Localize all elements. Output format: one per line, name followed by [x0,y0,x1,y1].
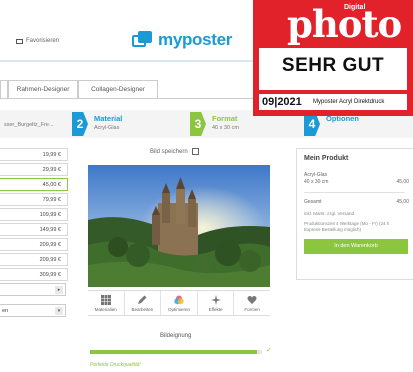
favorite-label: Favorisieren [26,38,60,44]
size-option[interactable]: 79,99 € [0,193,68,206]
check-icon: ✓ [266,347,272,354]
sparkle-icon [210,295,221,305]
file-name: sser_Burgeltz_Fre... [4,122,54,128]
tool-label: Materialien [94,307,117,312]
quality-label: Perfekte Druckqualität! [90,362,141,368]
grid-icon [100,295,111,305]
bookmark-icon [16,38,23,44]
step-subtitle: 40 x 30 cm [212,125,239,131]
product-summary: Mein Produkt Acryl-Glas 40 x 30 cm 45,00… [296,148,413,280]
pencil-icon [138,295,147,304]
size-option[interactable]: 149,99 € [0,223,68,236]
editor-toolbar: Materialien Bearbeiten Optimieren Effekt… [88,290,270,316]
save-image-button[interactable]: Bild speichern [150,148,199,155]
badge-magazine-logo: photo [287,2,402,46]
material-value: Acryl-Glas [304,172,328,178]
badge-issue: 09|2021 [262,96,302,108]
step-material[interactable]: 2 Material Acryl-Glas [72,110,182,138]
tool-optimieren[interactable]: Optimieren [161,291,198,315]
product-format: 40 x 30 cm 45,00 [304,179,413,186]
save-icon [191,148,199,155]
optimize-icon [174,295,184,305]
tool-bearbeiten[interactable]: Bearbeiten [125,291,162,315]
format-price: 45,00 [396,179,409,185]
total-price: 45,00 [396,199,409,205]
vat-note: inkl. MwSt. zzgl. Versand [304,211,355,216]
product-total: Gesamt 45,00 [304,199,413,206]
chevron-down-icon: ▾ [55,307,63,315]
logo-mark-icon [132,31,154,49]
badge-verdict: SEHR GUT [281,55,385,76]
select-dropdown[interactable]: ▸ [0,283,66,296]
badge-verdict-panel: SEHR GUT [259,48,407,90]
product-title: Mein Produkt [304,155,349,162]
tool-label: Bearbeiten [131,307,154,312]
step-number: 3 [190,112,206,136]
format-value: 40 x 30 cm [304,179,329,185]
add-to-cart-button[interactable]: In den Warenkorb [304,239,408,254]
tab-current[interactable] [0,80,8,98]
quality-bar-fill [90,350,257,354]
tool-materialien[interactable]: Materialien [88,291,125,315]
size-option[interactable]: 209,99 € [0,253,68,266]
badge-product: Myposter Acryl Direktdruck [313,99,385,105]
logo-text: myposter [158,30,233,49]
product-material: Acryl-Glas [304,172,413,179]
designer-tabs: Rahmen-Designer Collagen-Designer [0,80,158,98]
select-dropdown[interactable]: en ▾ [0,304,66,317]
delivery-note: Produktionszeit 4 Werktage (Mo - Fr) (24… [304,221,390,232]
size-list: 19,99 € 29,99 € 45,00 € 79,99 € 109,99 €… [0,148,68,283]
save-label: Bild speichern [150,148,188,155]
quality-title: Bildeignung [160,333,192,339]
size-option[interactable]: 19,99 € [0,148,68,161]
size-option[interactable]: 309,99 € [0,268,68,281]
chevron-right-icon: ▸ [55,286,63,294]
size-option[interactable]: 29,99 € [0,163,68,176]
quality-bar [90,350,262,354]
step-title: Material [94,114,123,123]
tab-collagen-designer[interactable]: Collagen-Designer [78,80,158,98]
size-option[interactable]: 209,99 € [0,238,68,251]
step-number: 2 [72,112,88,136]
size-option-selected[interactable]: 45,00 € [0,178,68,191]
myposter-logo[interactable]: myposter [132,30,232,50]
step-title: Format [212,114,238,123]
favorite-button[interactable]: Favorisieren [16,38,59,44]
badge-footer: 09|2021 Myposter Acryl Direktdruck [259,94,407,110]
digital-photo-award-badge: Digital photo SEHR GUT 09|2021 Myposter … [253,0,413,116]
tab-rahmen-designer[interactable]: Rahmen-Designer [8,80,78,98]
tool-label: Optimieren [167,307,190,312]
tool-formen[interactable]: Formen [234,291,270,315]
tool-label: Effekte [208,307,223,312]
heart-icon [247,295,257,304]
divider [304,192,405,193]
castle-photo-preview[interactable] [88,165,270,287]
total-label: Gesamt [304,199,322,205]
tool-label: Formen [244,307,260,312]
step-subtitle: Acryl-Glas [94,125,120,131]
size-option[interactable]: 109,99 € [0,208,68,221]
tool-effekte[interactable]: Effekte [198,291,235,315]
select-value: en [2,308,9,314]
myposter-editor-screenshot: Favorisieren myposter Rahmen-Designer Co… [0,0,413,372]
castle-photo [88,165,270,287]
